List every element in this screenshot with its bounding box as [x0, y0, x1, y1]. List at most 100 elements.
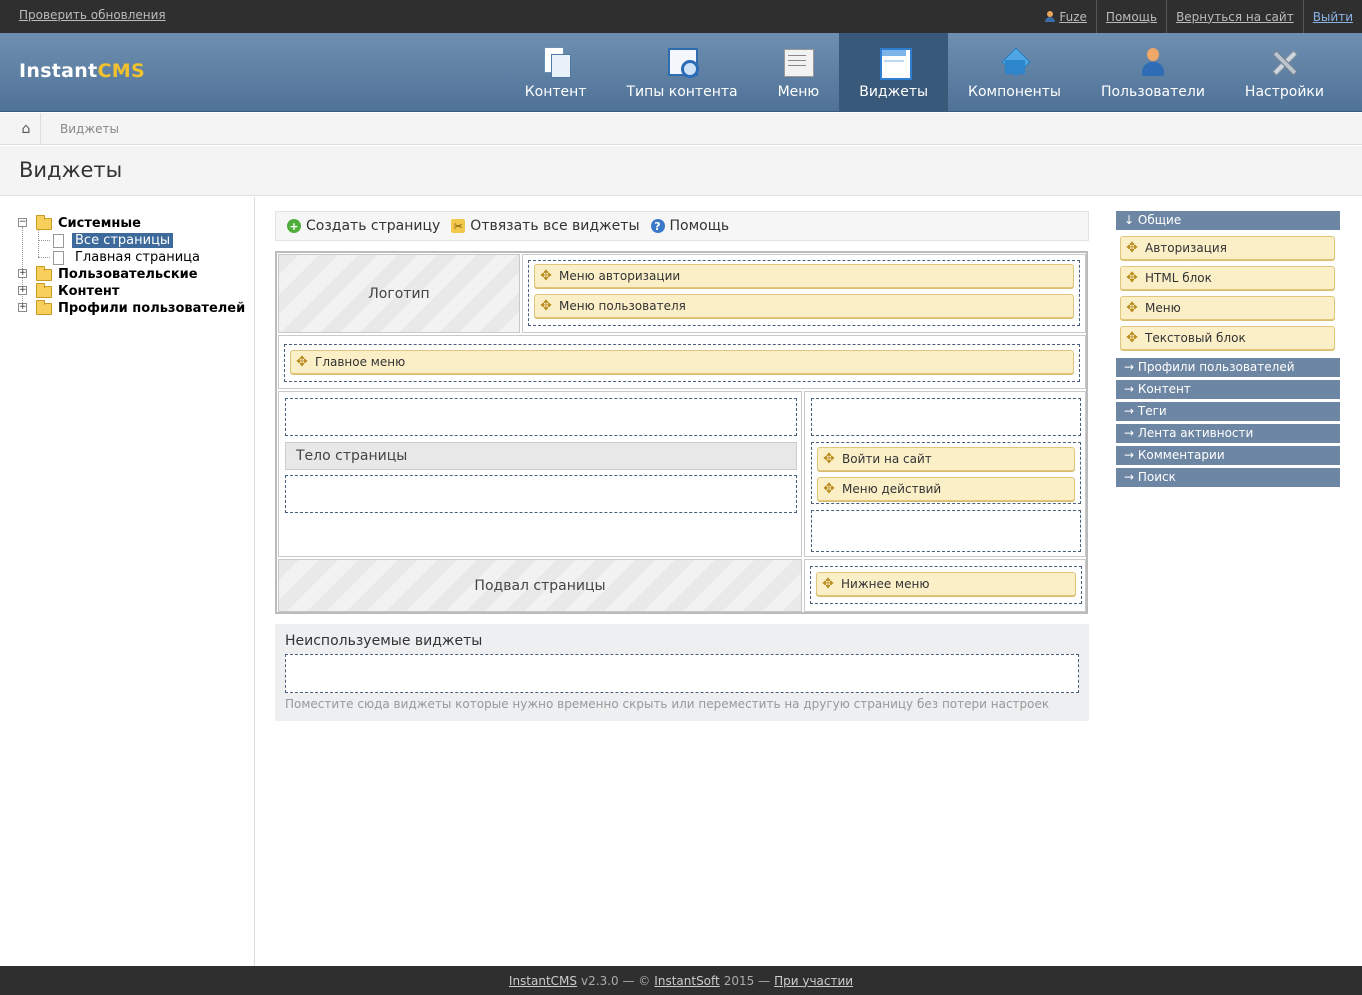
- main-menu-cell: ✥ Главное меню: [278, 335, 1086, 389]
- move-icon: ✥: [1126, 300, 1138, 316]
- palette-group-activity[interactable]: → Лента активности: [1116, 424, 1340, 443]
- content-icon: [540, 46, 572, 78]
- tree-node-user-profiles[interactable]: Профили пользователей: [36, 299, 245, 317]
- widget-label: HTML блок: [1145, 271, 1212, 285]
- logo-cell: Логотип: [278, 254, 520, 333]
- help-button[interactable]: ? Помощь: [650, 218, 729, 234]
- nav-label: Настройки: [1244, 84, 1324, 100]
- palette-group-comments[interactable]: → Комментарии: [1116, 446, 1340, 465]
- move-icon: ✥: [296, 354, 308, 370]
- unbind-all-button[interactable]: ✂ Отвязать все виджеты: [451, 218, 640, 234]
- back-to-site-link[interactable]: Вернуться на сайт: [1166, 0, 1303, 33]
- user-icon: [1045, 11, 1056, 22]
- nav-content[interactable]: Контент: [505, 33, 607, 112]
- tree-node-all-pages[interactable]: Все страницы: [53, 232, 174, 249]
- tree-node-system[interactable]: Системные: [36, 214, 141, 232]
- user-link[interactable]: Fuze: [1036, 0, 1096, 33]
- page-icon: [53, 233, 64, 248]
- move-icon: ✥: [823, 451, 835, 467]
- nav-label: Меню: [777, 84, 820, 100]
- palette-group-search[interactable]: → Поиск: [1116, 468, 1340, 487]
- palette-widget-auth[interactable]: ✥ Авторизация: [1120, 236, 1335, 260]
- home-icon[interactable]: ⌂: [10, 113, 42, 145]
- palette-group-content[interactable]: → Контент: [1116, 380, 1340, 399]
- create-page-button[interactable]: + Создать страницу: [287, 218, 440, 234]
- sidebar-bottom-zone[interactable]: [811, 510, 1081, 552]
- menu-icon: [782, 46, 815, 78]
- help-link[interactable]: Помощь: [1095, 0, 1166, 33]
- tree-node-custom[interactable]: Пользовательские: [36, 265, 198, 283]
- body-bottom-zone[interactable]: [285, 475, 797, 513]
- expand-toggle[interactable]: +: [18, 269, 27, 278]
- unused-widgets-zone[interactable]: [285, 654, 1079, 693]
- nav-settings[interactable]: Настройки: [1225, 33, 1344, 112]
- unused-widgets-title: Неиспользуемые виджеты: [285, 633, 483, 649]
- content-types-icon: [666, 46, 699, 78]
- widget-login[interactable]: ✥ Войти на сайт: [817, 447, 1075, 471]
- move-icon: ✥: [1126, 270, 1138, 286]
- expand-toggle[interactable]: +: [18, 286, 27, 295]
- main-menu-zone[interactable]: ✥ Главное меню: [284, 344, 1080, 382]
- widget-auth-menu[interactable]: ✥ Меню авторизации: [534, 264, 1074, 288]
- widget-label: Меню действий: [842, 482, 942, 496]
- palette-group-tags[interactable]: → Теги: [1116, 402, 1340, 421]
- header-widget-zone[interactable]: ✥ Меню авторизации ✥ Меню пользователя: [528, 260, 1080, 326]
- nav-menu[interactable]: Меню: [758, 33, 840, 112]
- tree-node-label: Контент: [58, 284, 120, 299]
- sidebar-widget-zone[interactable]: ✥ Войти на сайт ✥ Меню действий: [811, 442, 1081, 504]
- header-cell: ✥ Меню авторизации ✥ Меню пользователя: [522, 254, 1086, 333]
- widget-actions-menu[interactable]: ✥ Меню действий: [817, 477, 1075, 501]
- expand-toggle[interactable]: +: [18, 303, 27, 312]
- body-top-zone[interactable]: [285, 398, 797, 436]
- user-name: Fuze: [1059, 9, 1087, 24]
- widgets-icon: [878, 46, 912, 80]
- nav-widgets[interactable]: Виджеты: [839, 33, 949, 112]
- nav-users[interactable]: Пользователи: [1081, 33, 1225, 112]
- top-bar-links: Fuze Помощь Вернуться на сайт Выйти: [1036, 0, 1362, 33]
- users-icon: [1137, 46, 1169, 78]
- widget-main-menu[interactable]: ✥ Главное меню: [290, 350, 1074, 374]
- logo[interactable]: InstantCMS: [19, 60, 145, 82]
- sidebar-top-zone[interactable]: [811, 398, 1081, 436]
- footer-widget-zone[interactable]: ✥ Нижнее меню: [810, 566, 1082, 604]
- nav-label: Пользователи: [1100, 84, 1205, 100]
- tree-node-label: Системные: [58, 216, 141, 231]
- nav-components[interactable]: Компоненты: [948, 33, 1081, 112]
- widget-label: Нижнее меню: [841, 577, 930, 591]
- palette-group-user-profiles[interactable]: → Профили пользователей: [1116, 358, 1340, 377]
- widget-label: Текстовый блок: [1145, 331, 1246, 345]
- help-icon: ?: [650, 219, 665, 233]
- palette-widget-html[interactable]: ✥ HTML блок: [1120, 266, 1335, 290]
- unlink-icon: ✂: [451, 219, 466, 233]
- footer-credits-link[interactable]: При участии: [774, 974, 853, 988]
- tree-connector: [38, 240, 50, 241]
- nav-content-types[interactable]: Типы контента: [606, 33, 757, 112]
- footer-product-link[interactable]: InstantCMS: [509, 974, 577, 988]
- folder-icon: [36, 265, 52, 281]
- tree-node-label: Главная страница: [75, 250, 200, 265]
- logo-cms: CMS: [97, 60, 145, 82]
- logout-link[interactable]: Выйти: [1302, 0, 1362, 33]
- create-page-label: Создать страницу: [306, 218, 441, 234]
- move-icon: ✥: [1126, 330, 1138, 346]
- unbind-all-label: Отвязать все виджеты: [470, 218, 640, 234]
- collapse-toggle[interactable]: −: [18, 218, 27, 227]
- layout-scheme: Логотип ✥ Меню авторизации ✥ Меню пользова…: [275, 251, 1088, 614]
- palette-widget-text[interactable]: ✥ Текстовый блок: [1120, 326, 1335, 350]
- move-icon: ✥: [540, 298, 552, 314]
- tree-node-content[interactable]: Контент: [36, 282, 120, 300]
- footer-cell-label: Подвал страницы: [474, 577, 606, 594]
- widget-bottom-menu[interactable]: ✥ Нижнее меню: [816, 572, 1076, 596]
- tree-node-home-page[interactable]: Главная страница: [53, 249, 200, 266]
- palette-group-general[interactable]: ↓ Общие: [1116, 211, 1340, 230]
- header: InstantCMS Контент Типы контента Меню Ви…: [0, 33, 1362, 112]
- breadcrumb: ⌂ Виджеты: [0, 113, 1362, 145]
- palette-widget-menu[interactable]: ✥ Меню: [1120, 296, 1335, 320]
- check-updates-link[interactable]: Проверить обновления: [19, 8, 166, 22]
- footer-company-link[interactable]: InstantSoft: [654, 974, 719, 988]
- widget-label: Меню пользователя: [559, 299, 686, 313]
- add-icon: +: [287, 219, 301, 233]
- logo-instant: Instant: [19, 60, 98, 82]
- title-bar: Виджеты: [0, 146, 1362, 196]
- widget-user-menu[interactable]: ✥ Меню пользователя: [534, 294, 1074, 318]
